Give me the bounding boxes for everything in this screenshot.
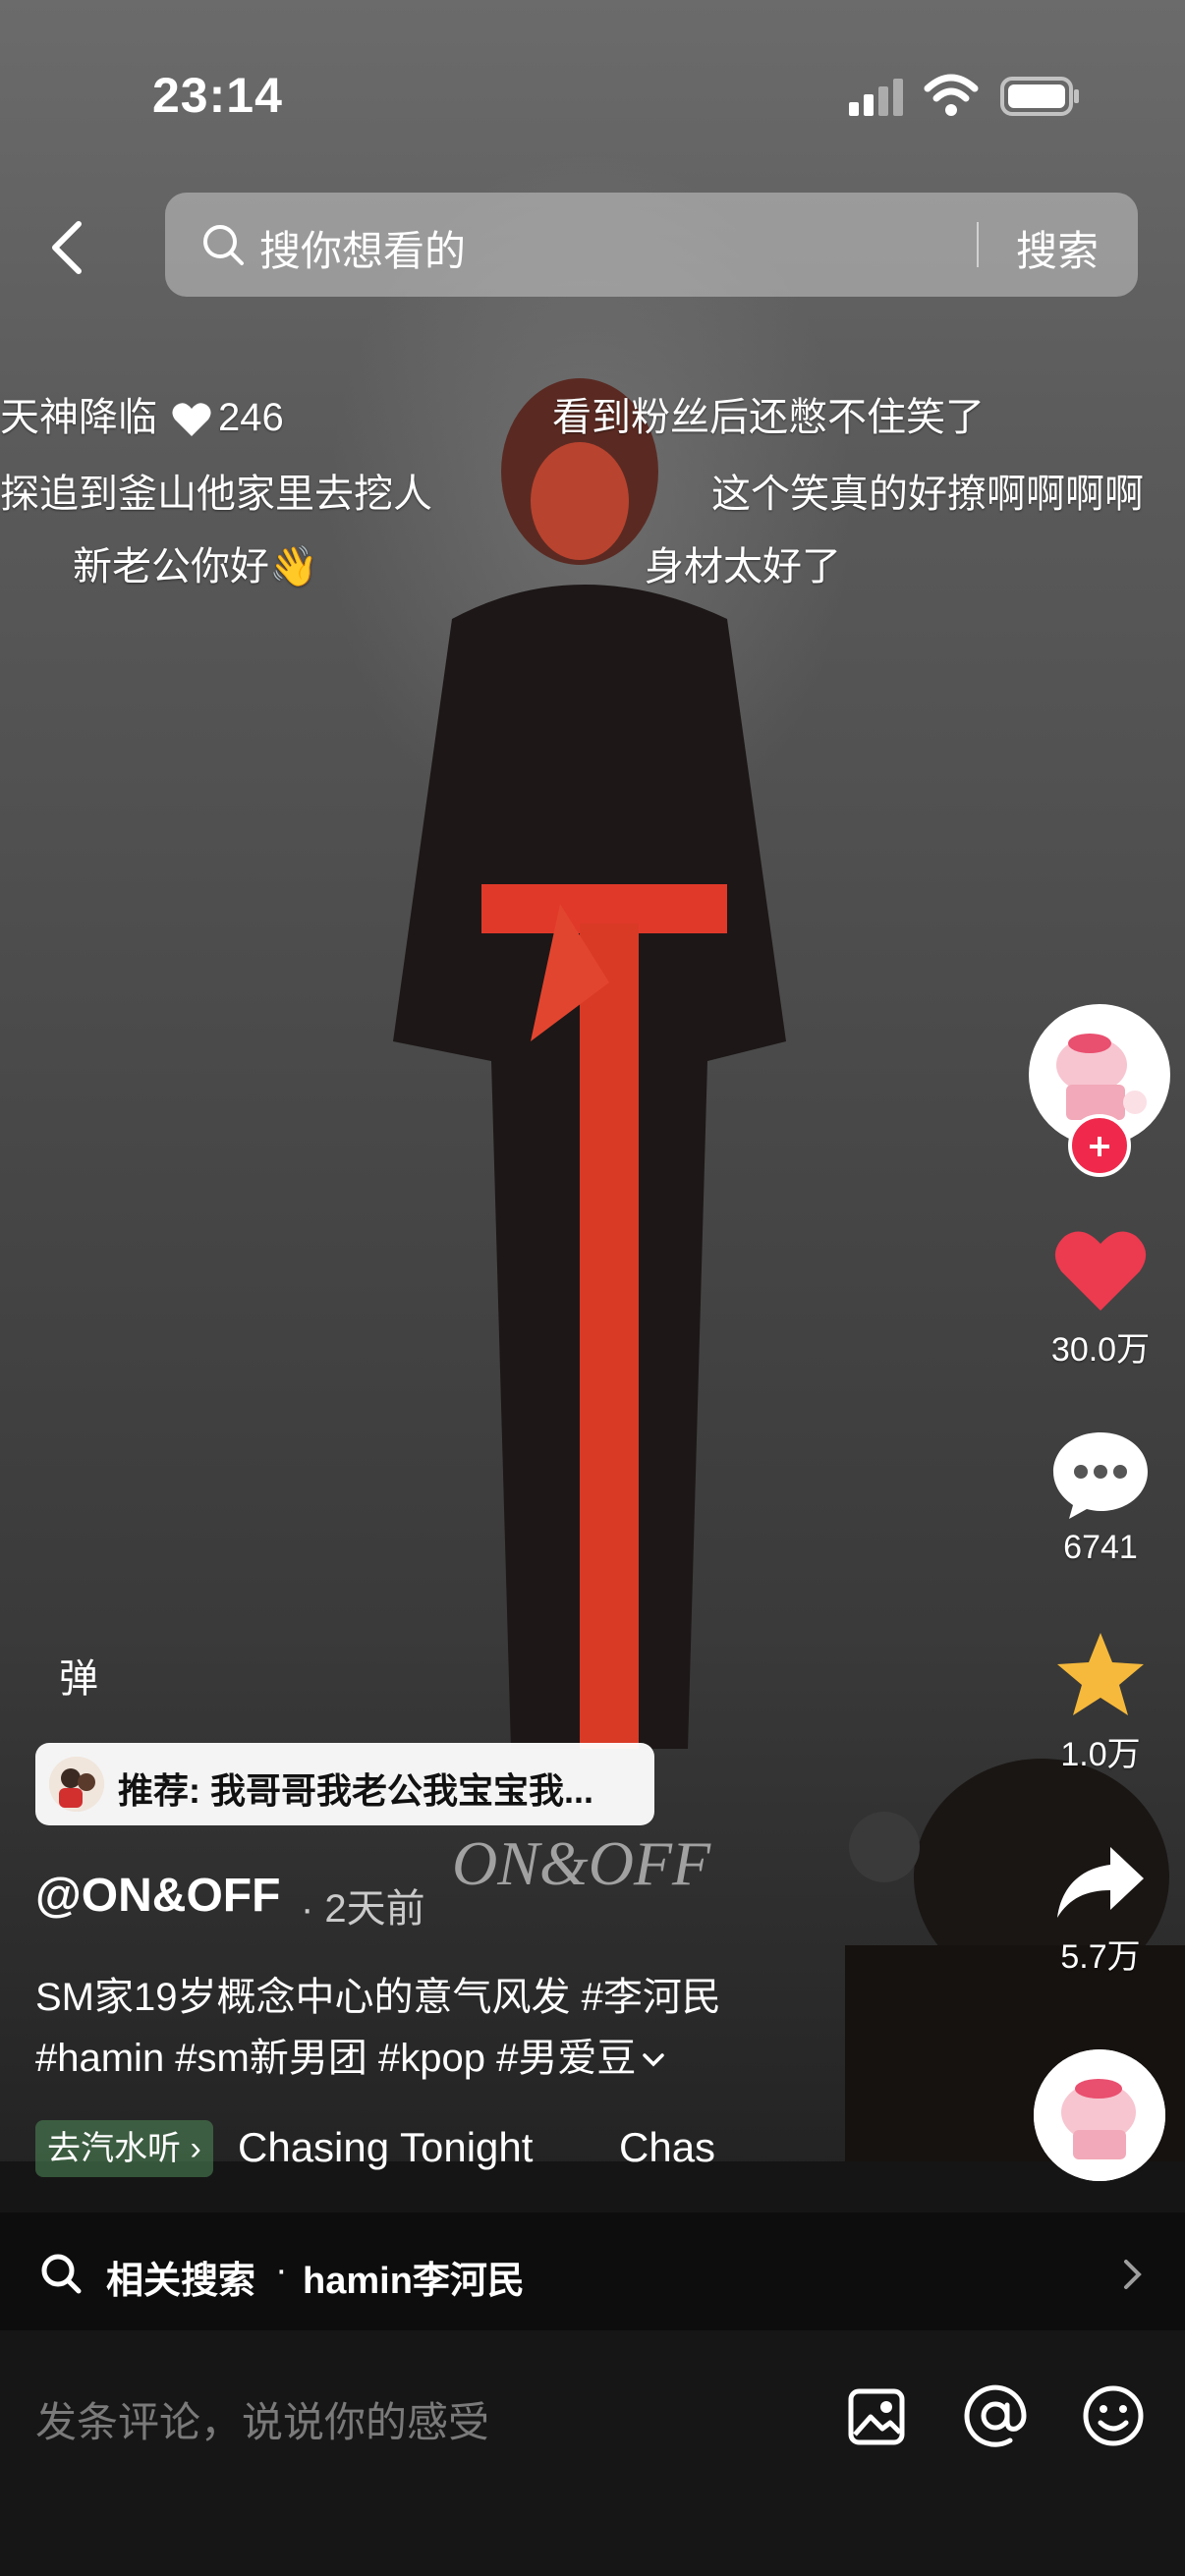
share-button[interactable]: 5.7万 [1022,1843,1179,1978]
back-icon[interactable] [43,218,94,277]
status-bar: 23:14 [0,0,1185,187]
post-time: · 2天前 [301,1887,425,1931]
favorite-count: 1.0万 [1060,1736,1141,1773]
like-count: 30.0万 [1050,1331,1151,1369]
danmaku-comment[interactable]: 身材太好了 [645,534,841,591]
music-disc[interactable] [1034,2049,1165,2181]
danmaku-comment[interactable]: 这个笑真的好撩啊啊啊啊 [711,462,1185,519]
heart-icon [172,403,211,437]
post-caption-line2[interactable]: #hamin #sm新男团 #kpop #男爱豆 [35,2026,665,2083]
danmaku-like-count: 246 [218,396,284,439]
author-avatar-group[interactable] [1029,1004,1170,1177]
music-cover-illustration [1034,2049,1165,2181]
like-button[interactable]: 30.0万 [1022,1226,1179,1371]
danmaku-comment[interactable]: 探追到釜山他家里去挖人 [0,462,432,519]
search-button[interactable]: 搜索 [1016,218,1099,278]
heart-icon [1054,1231,1147,1311]
share-count: 5.7万 [1060,1938,1141,1976]
related-search-label: 相关搜索 [106,2261,256,2302]
danmaku-comment[interactable]: 看到粉丝后还憋不住笑了 [552,385,985,442]
danmaku-comment[interactable]: 天神降临 246 [0,385,284,442]
comment-count: 6741 [1063,1529,1138,1566]
mention-icon[interactable] [963,2383,1028,2448]
danmaku-text: 天神降临 [0,396,157,439]
post-caption: SM家19岁概念中心的意气风发 #李河民 [35,1976,721,2019]
qishui-button[interactable]: 去汽水听 › [35,2120,213,2177]
comment-input[interactable]: 发条评论，说说你的感受 [35,2389,489,2449]
related-search-term[interactable]: hamin李河民 [303,2250,525,2304]
recommend-text: 推荐: 我哥哥我老公我宝宝我... [118,1770,593,1811]
chevron-down-icon[interactable] [642,2051,665,2069]
related-separator: · [275,2250,288,2291]
emoji-icon[interactable] [1081,2383,1146,2448]
share-icon [1057,1847,1144,1918]
clock: 23:14 [152,68,283,123]
cellular-signal-icon [849,79,903,116]
related-search-bar[interactable]: 相关搜索 · hamin李河民 [0,2212,1185,2330]
song-title[interactable]: Chasing Tonight [238,2124,533,2171]
search-icon [41,2254,82,2294]
recommend-chip[interactable]: 推荐: 我哥哥我老公我宝宝我... [35,1743,654,1825]
recommend-avatar [49,1757,104,1812]
danmaku-toggle[interactable]: 弹 [59,1647,98,1704]
star-icon [1057,1633,1144,1715]
search-bar[interactable]: 搜你想看的 搜索 [165,193,1138,297]
search-input[interactable]: 搜你想看的 [259,218,466,278]
post-hashtags[interactable]: #hamin #sm新男团 #kpop #男爱豆 [35,2037,636,2080]
comment-bar: 发条评论，说说你的感受 [0,2330,1185,2576]
song-title-marquee: Chas [619,2124,716,2170]
comment-button[interactable]: 6741 [1022,1428,1179,1567]
search-divider [977,222,979,267]
wifi-icon [924,74,979,116]
favorite-button[interactable]: 1.0万 [1022,1629,1179,1775]
author-name[interactable]: @ON&OFF [35,1869,280,1923]
search-icon [203,225,244,265]
image-icon[interactable] [847,2387,906,2446]
danmaku-comment[interactable]: 新老公你好👋 [73,534,318,591]
chevron-right-icon[interactable] [1122,2258,1144,2291]
battery-icon [1000,77,1079,116]
recommend-avatar-illustration [49,1757,104,1812]
comment-icon [1053,1432,1148,1519]
follow-button[interactable] [1068,1114,1131,1177]
